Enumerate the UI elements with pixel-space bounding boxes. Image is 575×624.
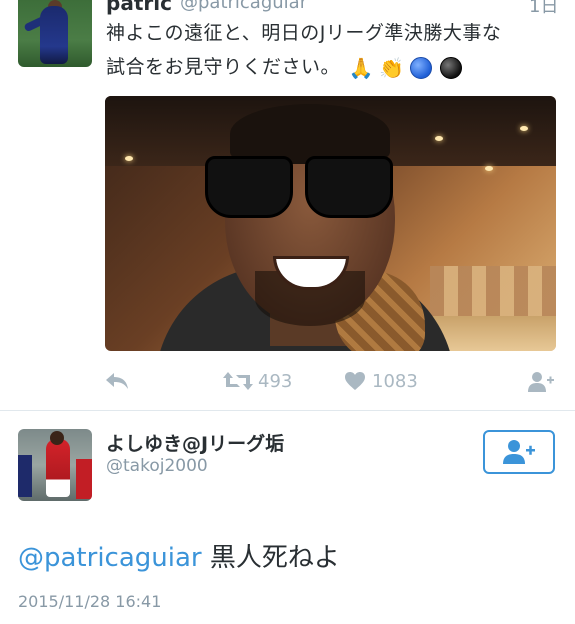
retweet-count: 493 bbox=[258, 371, 293, 392]
reply-icon[interactable] bbox=[104, 370, 132, 394]
tweet1-photo[interactable] bbox=[105, 96, 556, 351]
tweet2-body: 黒人死ねよ bbox=[201, 543, 340, 573]
tweet2-timestamp: 2015/11/28 16:41 bbox=[18, 592, 162, 611]
add-user-icon bbox=[503, 440, 535, 464]
tweet2-text: @patricaguiar 黒人死ねよ bbox=[18, 537, 340, 574]
tweet1-text-line1: 神よこの遠征と、明日のJリーグ準決勝大事な bbox=[106, 22, 502, 44]
tweet2-author-handle[interactable]: @takoj2000 bbox=[106, 456, 208, 476]
clapping-hands-icon: 👏 bbox=[379, 55, 405, 80]
tweet1-text-line2-container: 試合をお見守りください。 🙏 👏 bbox=[106, 52, 463, 82]
like-count: 1083 bbox=[372, 371, 418, 392]
tweet1-author-name[interactable]: patric bbox=[106, 0, 172, 15]
folded-hands-icon: 🙏 bbox=[348, 55, 374, 80]
mention-link[interactable]: @patricaguiar bbox=[18, 543, 202, 573]
divider bbox=[0, 410, 575, 411]
blue-circle-icon bbox=[409, 56, 432, 79]
heart-icon[interactable] bbox=[344, 370, 368, 394]
tweet1-author-handle[interactable]: @patricaguiar bbox=[180, 0, 307, 13]
avatar-patric[interactable] bbox=[18, 0, 92, 67]
tweet1-time: 1日 bbox=[529, 0, 559, 17]
tweet2-author-name[interactable]: よしゆき@Jリーグ垢 bbox=[106, 429, 284, 456]
retweet-icon[interactable] bbox=[222, 370, 254, 394]
black-circle-icon bbox=[440, 56, 463, 79]
follow-button[interactable] bbox=[483, 430, 555, 474]
add-user-icon[interactable] bbox=[527, 370, 555, 394]
tweet1-text-line2: 試合をお見守りください。 bbox=[106, 56, 341, 78]
avatar-takoj2000[interactable] bbox=[18, 429, 92, 501]
